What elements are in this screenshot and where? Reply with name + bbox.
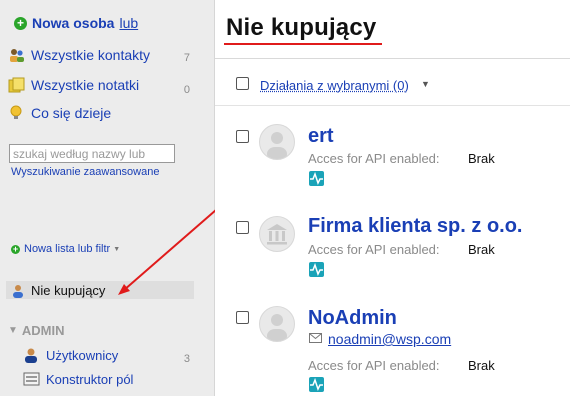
chevron-down-icon[interactable]: ▼ bbox=[421, 79, 430, 89]
person-avatar[interactable] bbox=[259, 124, 295, 160]
bulk-toolbar: Działania z wybranymi (0) ▼ bbox=[215, 59, 570, 106]
company-avatar[interactable] bbox=[259, 216, 295, 252]
pulse-icon[interactable] bbox=[309, 377, 324, 392]
api-access-label: Acces for API enabled: bbox=[308, 151, 440, 166]
contact-name[interactable]: ert bbox=[308, 125, 334, 148]
main-panel: Nie kupujący Działania z wybranymi (0) ▼… bbox=[215, 0, 570, 396]
api-access-value: Brak bbox=[468, 358, 495, 373]
select-all-checkbox[interactable] bbox=[236, 77, 249, 90]
contact-name[interactable]: Firma klienta sp. z o.o. bbox=[308, 215, 523, 238]
api-access-value: Brak bbox=[468, 242, 495, 257]
pulse-icon[interactable] bbox=[309, 171, 324, 186]
contact-email-link[interactable]: noadmin@wsp.com bbox=[328, 331, 451, 347]
pulse-icon[interactable] bbox=[309, 262, 324, 277]
title-underline bbox=[224, 43, 382, 45]
contact-checkbox[interactable] bbox=[236, 221, 249, 234]
bulk-actions-dropdown[interactable]: Działania z wybranymi (0) bbox=[260, 78, 409, 93]
api-access-label: Acces for API enabled: bbox=[308, 242, 440, 257]
api-access-label: Acces for API enabled: bbox=[308, 358, 440, 373]
contact-name[interactable]: NoAdmin bbox=[308, 307, 397, 330]
page-header: Nie kupujący bbox=[215, 0, 570, 59]
api-access-value: Brak bbox=[468, 151, 495, 166]
page-title: Nie kupujący bbox=[226, 14, 376, 42]
contact-checkbox[interactable] bbox=[236, 130, 249, 143]
envelope-icon bbox=[309, 333, 322, 343]
contact-checkbox[interactable] bbox=[236, 311, 249, 324]
person-avatar[interactable] bbox=[259, 306, 295, 342]
